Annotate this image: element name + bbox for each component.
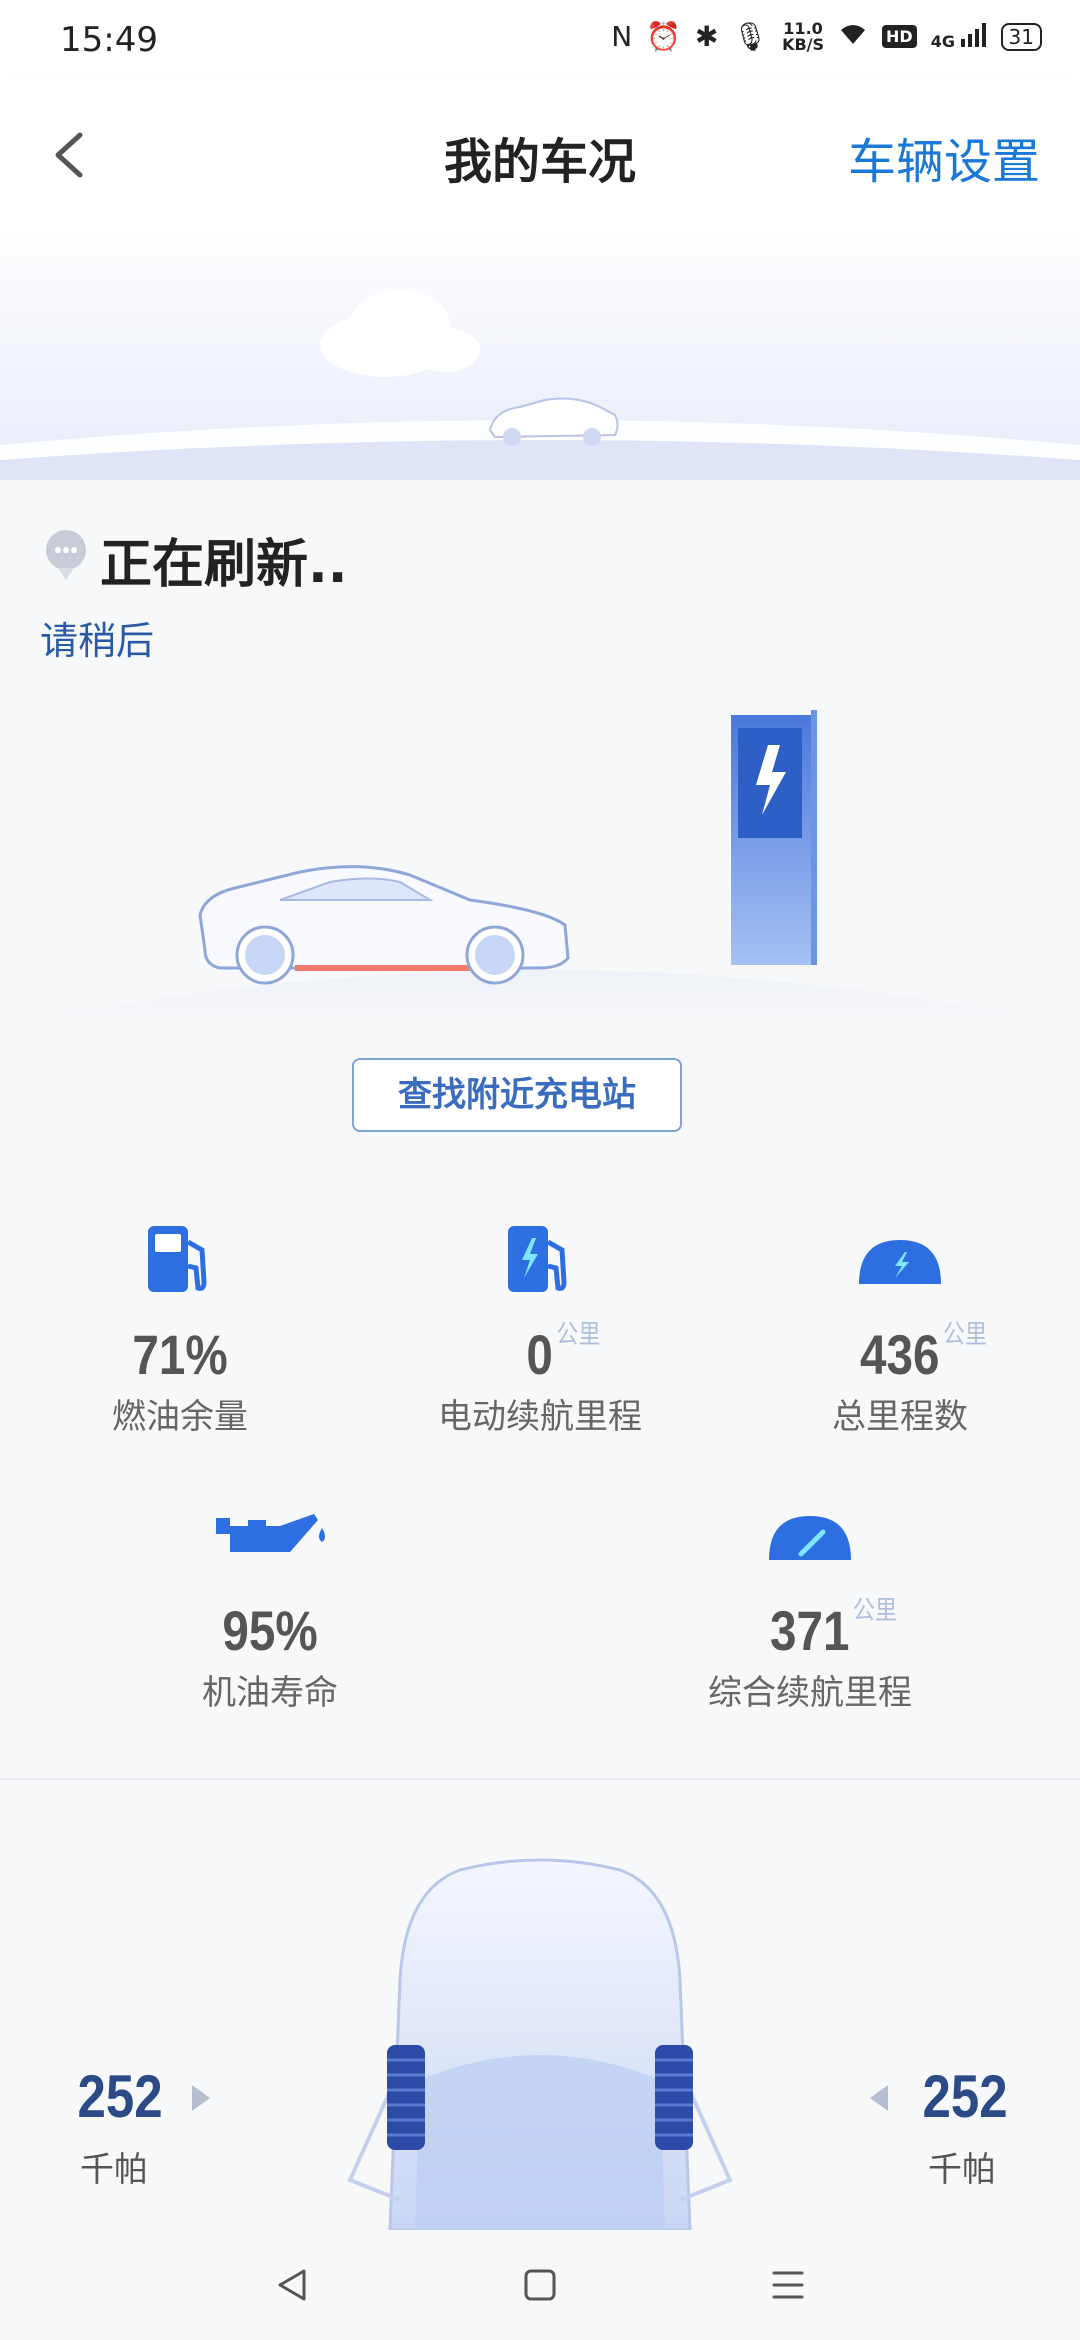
car-top-view-icon: [192, 1858, 888, 2230]
fuel-pump-icon: [148, 1226, 207, 1292]
arrow-right-icon: [192, 2085, 210, 2111]
fuel-value: 71%: [132, 1323, 228, 1386]
total-range-unit: 公里: [853, 1595, 898, 1625]
tire-left-icon: [387, 2045, 425, 2150]
odometer-value: 436 公里: [860, 1319, 987, 1387]
stat-ev-range: 0 公里 电动续航里程: [420, 1222, 660, 1438]
nav-home-button[interactable]: [510, 2260, 570, 2310]
charging-station-icon: [731, 710, 817, 965]
system-nav-bar: [0, 2230, 1080, 2340]
find-charging-station-button[interactable]: 查找附近充电站: [352, 1058, 682, 1132]
gauge-icon: [769, 1516, 851, 1560]
top-bar: 我的车况 车辆设置: [0, 80, 1080, 225]
total-range-label: 综合续航里程: [708, 1673, 912, 1713]
total-range-value: 371 公里: [770, 1595, 897, 1663]
nfc-icon: N: [611, 20, 633, 53]
network-type: 4G: [930, 31, 955, 51]
stat-odometer: 436 公里 总里程数: [800, 1222, 1000, 1438]
net-speed-unit: KB/S: [782, 34, 825, 54]
nav-back-button[interactable]: [262, 2260, 322, 2310]
status-icons: N ⏰ ✱ 🎙 11.0 KB/S HD 4G 31: [611, 20, 1042, 53]
ev-range-label: 电动续航里程: [438, 1397, 642, 1437]
bluetooth-icon: ✱: [695, 20, 719, 53]
oil-life-label: 机油寿命: [202, 1673, 338, 1713]
alarm-icon: ⏰: [646, 20, 682, 53]
net-speed: 11.0 KB/S: [782, 20, 825, 54]
car-charger-illustration: [40, 710, 1040, 1020]
fuel-label: 燃油余量: [112, 1397, 248, 1437]
square-home-icon: [524, 2269, 556, 2301]
ev-range-number: 0: [526, 1323, 554, 1386]
refresh-title: 正在刷新..: [100, 535, 348, 595]
oil-can-icon: [216, 1514, 325, 1552]
ev-charger-icon: [508, 1226, 567, 1292]
banner-illustration: [0, 290, 1080, 480]
stat-total-range: 371 公里 综合续航里程: [700, 1498, 920, 1714]
status-time: 15:49: [60, 20, 158, 60]
status-bar: 15:49 N ⏰ ✱ 🎙 11.0 KB/S HD 4G 31: [0, 0, 1080, 80]
cloud-icon: [320, 290, 480, 377]
odometer-unit: 公里: [943, 1319, 988, 1349]
tire-left-unit: 千帕: [80, 2150, 148, 2190]
tire-right-pressure: 252: [922, 2063, 1008, 2130]
vehicle-settings-link[interactable]: 车辆设置: [848, 122, 1040, 192]
tire-right-icon: [655, 2045, 693, 2150]
stat-fuel: 71% 燃油余量: [80, 1222, 280, 1438]
battery-icon: 31: [1000, 22, 1042, 51]
car-charger-scene: [0, 700, 1080, 1030]
refresh-subtitle: 请稍后: [40, 619, 155, 663]
odometer-label: 总里程数: [832, 1397, 968, 1437]
tire-left-pressure: 252: [77, 2063, 163, 2130]
microphone-icon: 🎙: [732, 20, 769, 53]
tire-pressure-section: 252 千帕 252 千帕: [0, 1780, 1080, 2230]
odometer-number: 436: [860, 1323, 940, 1386]
hd-badge: HD: [882, 25, 917, 48]
wifi-icon: [838, 20, 868, 53]
signal-icon: 4G: [930, 22, 987, 51]
car-icon: [198, 865, 570, 985]
menu-icon: [772, 2271, 804, 2299]
header-banner: [0, 225, 1080, 480]
oil-life-value: 95%: [222, 1599, 318, 1662]
ev-range-value: 0 公里: [526, 1319, 601, 1387]
total-range-number: 371: [770, 1599, 850, 1662]
speedometer-icon: [859, 1240, 941, 1284]
arrow-left-icon: [870, 2085, 888, 2111]
tire-right-unit: 千帕: [928, 2150, 996, 2190]
message-bubble-icon: [46, 530, 86, 580]
nav-menu-button[interactable]: [758, 2260, 818, 2310]
triangle-back-icon: [278, 2269, 306, 2301]
ev-range-unit: 公里: [556, 1319, 601, 1349]
stat-oil-life: 95% 机油寿命: [170, 1498, 370, 1714]
